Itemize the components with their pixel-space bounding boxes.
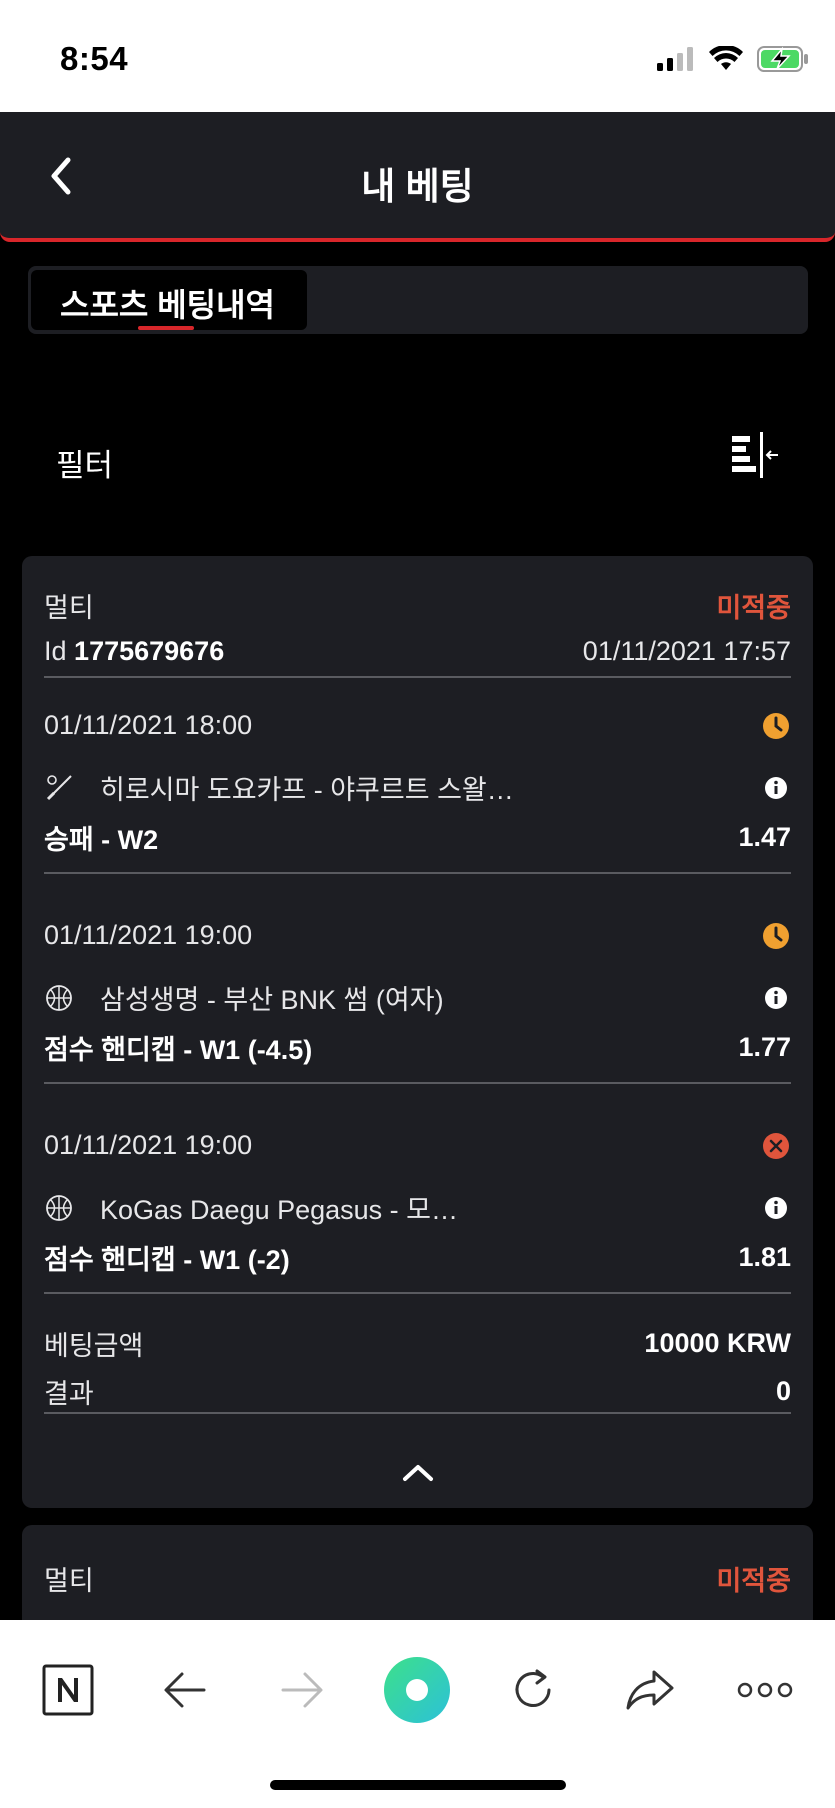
tab-sports-bet-history[interactable]: 스포츠 베팅내역 xyxy=(31,270,307,330)
bet-header-row: 멀티 미적중 xyxy=(44,1559,791,1598)
bet-id-prefix: Id xyxy=(44,636,67,666)
result-label: 결과 xyxy=(44,1379,94,1409)
divider xyxy=(44,676,791,678)
bet-status: 미적중 xyxy=(716,1566,791,1596)
clock-time: 8:54 xyxy=(60,40,129,77)
share-button[interactable] xyxy=(610,1650,690,1730)
bet-status: 미적중 xyxy=(716,593,791,623)
clock-icon xyxy=(763,922,789,949)
event-market: 점수 핸디캡 - W1 (-2) xyxy=(44,1245,290,1275)
divider xyxy=(44,1082,791,1084)
signal-icon xyxy=(657,47,693,71)
tab-active-indicator xyxy=(138,326,194,330)
event-odds: 1.47 xyxy=(738,822,791,852)
event-match: 삼성생명 - 부산 BNK 썸 (여자) xyxy=(100,985,444,1015)
more-dots-icon xyxy=(737,1682,793,1698)
filter-collapse-icon[interactable] xyxy=(730,432,780,478)
divider xyxy=(44,872,791,874)
battery-charging-icon xyxy=(757,46,808,72)
event-match: 히로시마 도요카프 - 야쿠르트 스왈… xyxy=(100,775,514,805)
event-datetime: 01/11/2021 19:00 xyxy=(44,920,253,950)
basketball-icon xyxy=(46,984,72,1011)
filter-label[interactable]: 필터 xyxy=(56,440,113,485)
result-value: 0 xyxy=(775,1376,791,1406)
app-header: 내 베팅 xyxy=(0,112,835,242)
browser-toolbar xyxy=(0,1620,835,1808)
tab-bar: 스포츠 베팅내역 xyxy=(28,266,808,334)
status-icons xyxy=(657,46,809,72)
info-icon[interactable] xyxy=(761,1193,791,1223)
info-icon[interactable] xyxy=(761,983,791,1013)
event-date-row: 01/11/2021 19:00 xyxy=(44,1130,791,1161)
event-match: KoGas Daegu Pegasus - 모… xyxy=(100,1195,459,1225)
home-indicator xyxy=(270,1780,566,1790)
event-market: 점수 핸디캡 - W1 (-4.5) xyxy=(44,1035,313,1065)
bet-type: 멀티 xyxy=(44,593,94,623)
info-icon[interactable] xyxy=(761,773,791,803)
bet-card: 멀티 미적중 xyxy=(22,1525,813,1625)
bet-id: Id 1775679676 xyxy=(44,636,224,667)
refresh-button[interactable] xyxy=(493,1650,573,1730)
clock-icon xyxy=(763,712,789,739)
stake-row: 베팅금액 10000 KRW xyxy=(44,1324,791,1363)
tab-label: 스포츠 베팅내역 xyxy=(60,287,275,323)
event-date-row: 01/11/2021 18:00 xyxy=(44,710,791,741)
event-match-row: 삼성생명 - 부산 BNK 썸 (여자) xyxy=(44,978,791,1017)
share-arrow-icon xyxy=(626,1670,674,1710)
bet-card: 멀티 미적중 Id 1775679676 01/11/2021 17:57 01… xyxy=(22,556,813,1508)
more-button[interactable] xyxy=(725,1650,805,1730)
arrow-right-icon xyxy=(281,1672,323,1708)
event-match-row: KoGas Daegu Pegasus - 모… xyxy=(44,1188,791,1227)
basketball-icon xyxy=(46,1194,72,1221)
bet-header-row: 멀티 미적중 xyxy=(44,586,791,625)
event-market: 승패 - W2 xyxy=(44,825,159,855)
bet-type: 멀티 xyxy=(44,1566,94,1596)
divider xyxy=(44,1412,791,1414)
back-button[interactable] xyxy=(145,1650,225,1730)
divider xyxy=(44,1292,791,1294)
green-dot-icon xyxy=(384,1657,450,1723)
event-odds: 1.77 xyxy=(738,1032,791,1062)
lost-x-icon xyxy=(763,1132,789,1159)
chevron-up-icon[interactable] xyxy=(400,1462,436,1484)
forward-button[interactable] xyxy=(262,1650,342,1730)
event-market-row: 점수 핸디캡 - W1 (-4.5) 1.77 xyxy=(44,1028,791,1067)
refresh-icon xyxy=(515,1669,551,1707)
event-date-row: 01/11/2021 19:00 xyxy=(44,920,791,951)
naver-n-icon xyxy=(42,1664,94,1716)
event-odds: 1.81 xyxy=(738,1242,791,1272)
green-dot-button[interactable] xyxy=(377,1650,457,1730)
event-market-row: 점수 핸디캡 - W1 (-2) 1.81 xyxy=(44,1238,791,1277)
wifi-icon xyxy=(709,46,743,70)
event-match-row: 히로시마 도요카프 - 야쿠르트 스왈… xyxy=(44,768,791,807)
bet-placed-at: 01/11/2021 17:57 xyxy=(582,636,791,666)
bet-id-value: 1775679676 xyxy=(74,636,225,666)
event-datetime: 01/11/2021 18:00 xyxy=(44,710,253,740)
event-datetime: 01/11/2021 19:00 xyxy=(44,1130,253,1160)
status-bar: 8:54 xyxy=(0,0,835,112)
baseball-icon xyxy=(46,774,72,800)
stake-label: 베팅금액 xyxy=(44,1331,144,1361)
bet-id-row: Id 1775679676 01/11/2021 17:57 xyxy=(44,636,791,667)
event-market-row: 승패 - W2 1.47 xyxy=(44,818,791,857)
stake-value: 10000 KRW xyxy=(644,1328,791,1358)
page-title: 내 베팅 xyxy=(361,166,474,207)
arrow-left-icon xyxy=(164,1672,206,1708)
naver-home-button[interactable] xyxy=(28,1650,108,1730)
result-row: 결과 0 xyxy=(44,1372,791,1411)
